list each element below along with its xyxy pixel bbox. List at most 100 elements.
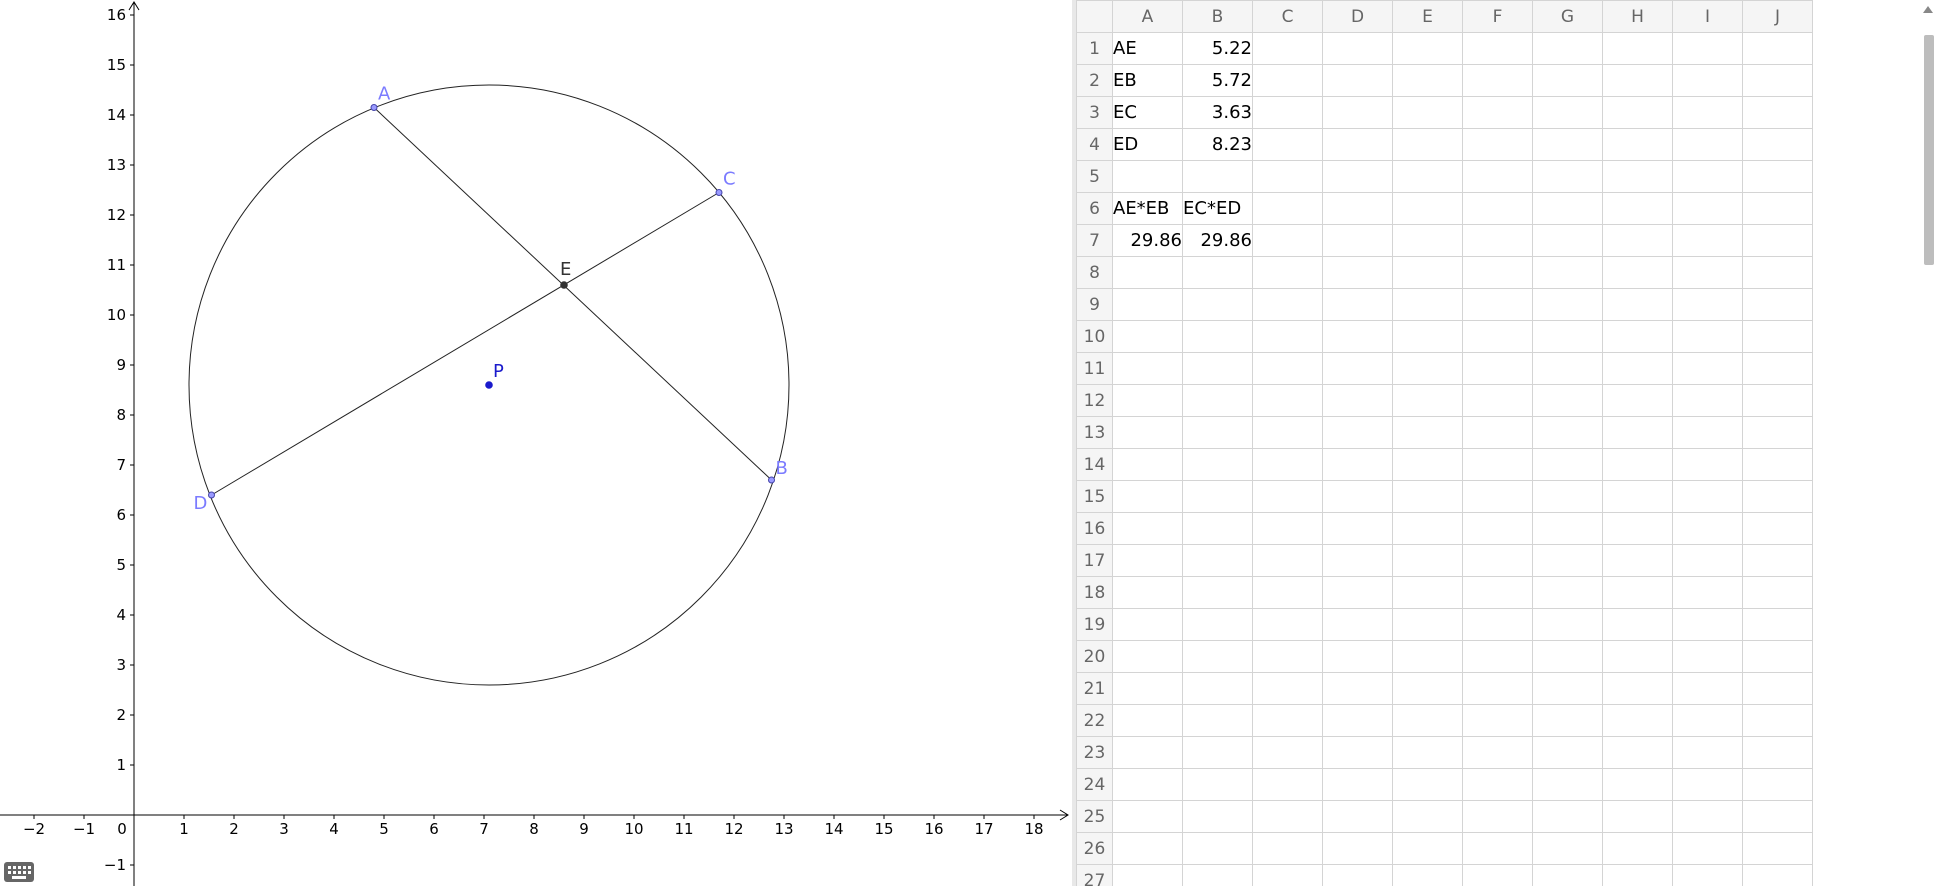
cell-i26[interactable] [1672, 832, 1743, 865]
row-header-4[interactable]: 4 [1076, 128, 1113, 161]
cell-g20[interactable] [1532, 640, 1603, 673]
cell-c22[interactable] [1252, 704, 1323, 737]
cell-e17[interactable] [1392, 544, 1463, 577]
cell-h21[interactable] [1602, 672, 1673, 705]
cell-h19[interactable] [1602, 608, 1673, 641]
cell-j6[interactable] [1742, 192, 1813, 225]
cell-d26[interactable] [1322, 832, 1393, 865]
column-header-i[interactable]: I [1672, 0, 1743, 33]
cell-a10[interactable] [1112, 320, 1183, 353]
cell-i15[interactable] [1672, 480, 1743, 513]
cell-j7[interactable] [1742, 224, 1813, 257]
cell-g5[interactable] [1532, 160, 1603, 193]
cell-j10[interactable] [1742, 320, 1813, 353]
cell-j18[interactable] [1742, 576, 1813, 609]
cell-c3[interactable] [1252, 96, 1323, 129]
row-header-1[interactable]: 1 [1076, 32, 1113, 65]
row-header-6[interactable]: 6 [1076, 192, 1113, 225]
cell-j22[interactable] [1742, 704, 1813, 737]
cell-c17[interactable] [1252, 544, 1323, 577]
cell-h2[interactable] [1602, 64, 1673, 97]
cell-f15[interactable] [1462, 480, 1533, 513]
row-header-16[interactable]: 16 [1076, 512, 1113, 545]
cell-e15[interactable] [1392, 480, 1463, 513]
cell-h8[interactable] [1602, 256, 1673, 289]
cell-h12[interactable] [1602, 384, 1673, 417]
cell-j17[interactable] [1742, 544, 1813, 577]
cell-d14[interactable] [1322, 448, 1393, 481]
column-header-c[interactable]: C [1252, 0, 1323, 33]
row-header-15[interactable]: 15 [1076, 480, 1113, 513]
cell-g4[interactable] [1532, 128, 1603, 161]
row-header-13[interactable]: 13 [1076, 416, 1113, 449]
cell-j20[interactable] [1742, 640, 1813, 673]
cell-g17[interactable] [1532, 544, 1603, 577]
cell-c4[interactable] [1252, 128, 1323, 161]
graphics-view[interactable]: −2 −1 0 1 2 3 4 5 6 7 8 9 10 11 12 13 14 15 16 17 18 −1 1 2 3 4 5 6… [0, 0, 1072, 886]
cell-c25[interactable] [1252, 800, 1323, 833]
cell-j8[interactable] [1742, 256, 1813, 289]
cell-h6[interactable] [1602, 192, 1673, 225]
cell-b10[interactable] [1182, 320, 1253, 353]
cell-a8[interactable] [1112, 256, 1183, 289]
cell-f1[interactable] [1462, 32, 1533, 65]
cell-i4[interactable] [1672, 128, 1743, 161]
cell-a15[interactable] [1112, 480, 1183, 513]
row-header-11[interactable]: 11 [1076, 352, 1113, 385]
cell-e1[interactable] [1392, 32, 1463, 65]
cell-b21[interactable] [1182, 672, 1253, 705]
cell-i14[interactable] [1672, 448, 1743, 481]
cell-c23[interactable] [1252, 736, 1323, 769]
row-header-22[interactable]: 22 [1076, 704, 1113, 737]
cell-a22[interactable] [1112, 704, 1183, 737]
cell-e9[interactable] [1392, 288, 1463, 321]
cell-h4[interactable] [1602, 128, 1673, 161]
cell-e26[interactable] [1392, 832, 1463, 865]
cell-i7[interactable] [1672, 224, 1743, 257]
cell-i12[interactable] [1672, 384, 1743, 417]
cell-f10[interactable] [1462, 320, 1533, 353]
cell-e5[interactable] [1392, 160, 1463, 193]
column-header-b[interactable]: B [1182, 0, 1253, 33]
cell-j2[interactable] [1742, 64, 1813, 97]
keyboard-icon[interactable] [4, 862, 34, 882]
cell-i6[interactable] [1672, 192, 1743, 225]
cell-g9[interactable] [1532, 288, 1603, 321]
row-header-8[interactable]: 8 [1076, 256, 1113, 289]
cell-a4[interactable]: ED [1112, 128, 1183, 161]
row-header-5[interactable]: 5 [1076, 160, 1113, 193]
cell-e10[interactable] [1392, 320, 1463, 353]
column-header-d[interactable]: D [1322, 0, 1393, 33]
cell-i21[interactable] [1672, 672, 1743, 705]
row-header-21[interactable]: 21 [1076, 672, 1113, 705]
cell-h15[interactable] [1602, 480, 1673, 513]
cell-e2[interactable] [1392, 64, 1463, 97]
cell-e20[interactable] [1392, 640, 1463, 673]
cell-i13[interactable] [1672, 416, 1743, 449]
cell-d13[interactable] [1322, 416, 1393, 449]
cell-d27[interactable] [1322, 864, 1393, 886]
cell-h24[interactable] [1602, 768, 1673, 801]
cell-a7[interactable]: 29.86 [1112, 224, 1183, 257]
cell-a17[interactable] [1112, 544, 1183, 577]
cell-j13[interactable] [1742, 416, 1813, 449]
cell-j19[interactable] [1742, 608, 1813, 641]
cell-b22[interactable] [1182, 704, 1253, 737]
cell-f26[interactable] [1462, 832, 1533, 865]
cell-h13[interactable] [1602, 416, 1673, 449]
cell-e21[interactable] [1392, 672, 1463, 705]
cell-d22[interactable] [1322, 704, 1393, 737]
cell-j14[interactable] [1742, 448, 1813, 481]
cell-h20[interactable] [1602, 640, 1673, 673]
cell-g27[interactable] [1532, 864, 1603, 886]
cell-a16[interactable] [1112, 512, 1183, 545]
vertical-scrollbar[interactable] [1924, 35, 1934, 265]
cell-g25[interactable] [1532, 800, 1603, 833]
cell-h7[interactable] [1602, 224, 1673, 257]
cell-b12[interactable] [1182, 384, 1253, 417]
cell-g23[interactable] [1532, 736, 1603, 769]
cell-e25[interactable] [1392, 800, 1463, 833]
cell-g6[interactable] [1532, 192, 1603, 225]
cell-f16[interactable] [1462, 512, 1533, 545]
cell-f23[interactable] [1462, 736, 1533, 769]
